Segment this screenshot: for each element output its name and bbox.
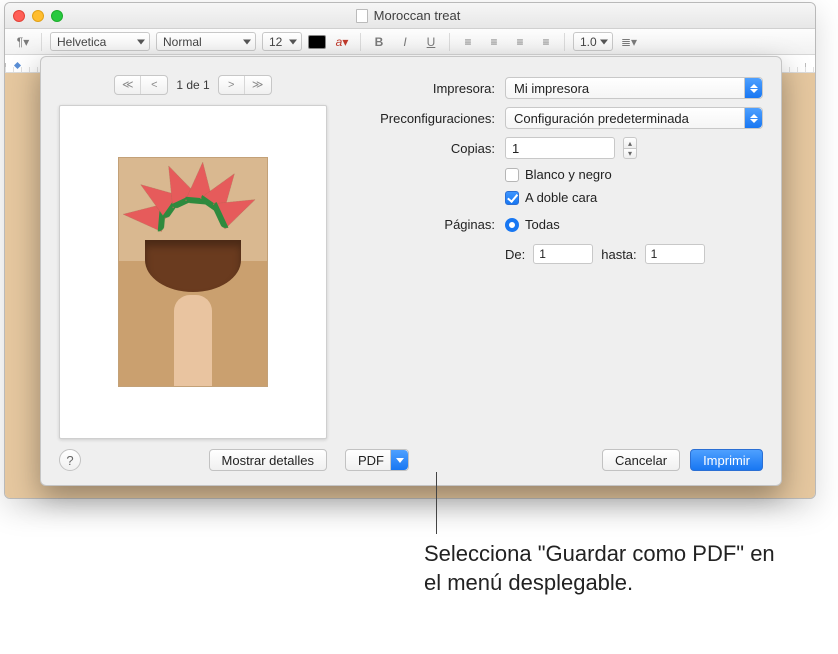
font-family-select[interactable]: Helvetica: [50, 32, 150, 51]
window-controls: [13, 10, 63, 22]
stepper-up-icon[interactable]: ▴: [623, 137, 637, 148]
pages-to-label: hasta:: [601, 247, 636, 262]
list-style-icon[interactable]: ≣▾: [619, 35, 639, 49]
print-dialog: ≪ < 1 de 1 > ≫: [40, 56, 782, 486]
font-size-value: 12: [269, 35, 282, 49]
document-icon: [356, 9, 368, 23]
pager-first-icon[interactable]: ≪: [115, 76, 141, 94]
duplex-checkbox[interactable]: [505, 191, 519, 205]
zoom-window-icon[interactable]: [51, 10, 63, 22]
pager-next-icon[interactable]: >: [219, 76, 245, 94]
paragraph-style-icon[interactable]: ¶▾: [13, 35, 33, 49]
copies-field[interactable]: 1: [505, 137, 615, 159]
titlebar: Moroccan treat: [5, 3, 815, 29]
duplex-label: A doble cara: [525, 190, 597, 205]
pdf-menu-button[interactable]: PDF: [345, 449, 409, 471]
pages-label: Páginas:: [345, 217, 495, 232]
cancel-button[interactable]: Cancelar: [602, 449, 680, 471]
chevron-down-icon: [390, 450, 408, 470]
pager-prev-icon[interactable]: <: [141, 76, 167, 94]
printer-value: Mi impresora: [514, 81, 589, 96]
pages-from-field[interactable]: 1: [533, 244, 593, 264]
pages-to-value: 1: [651, 247, 658, 261]
preview-pager: ≪ < 1 de 1 > ≫: [59, 75, 327, 95]
callout-line: [436, 472, 437, 534]
bw-label: Blanco y negro: [525, 167, 612, 182]
presets-select[interactable]: Configuración predeterminada: [505, 107, 763, 129]
underline-icon[interactable]: U: [421, 35, 441, 49]
format-toolbar: ¶▾ Helvetica Normal 12 a▾ B I U ≡ ≡ ≡ ≡ …: [5, 29, 815, 55]
align-center-icon[interactable]: ≡: [484, 35, 504, 49]
bw-checkbox-row[interactable]: Blanco y negro: [505, 167, 612, 182]
minimize-window-icon[interactable]: [32, 10, 44, 22]
italic-icon[interactable]: I: [395, 35, 415, 49]
help-button[interactable]: ?: [59, 449, 81, 471]
line-spacing-value: 1.0: [580, 35, 597, 49]
page-count: 1 de 1: [176, 78, 209, 92]
callout-text: Selecciona "Guardar como PDF" en el menú…: [424, 540, 784, 597]
pages-range-row: De: 1 hasta: 1: [505, 244, 763, 264]
pager-forward-group[interactable]: > ≫: [218, 75, 272, 95]
text-color-icon[interactable]: a▾: [332, 35, 352, 49]
show-details-button[interactable]: Mostrar detalles: [209, 449, 327, 471]
duplex-checkbox-row[interactable]: A doble cara: [505, 190, 597, 205]
presets-value: Configuración predeterminada: [514, 111, 689, 126]
bold-icon[interactable]: B: [369, 35, 389, 49]
pages-all-row[interactable]: Todas: [505, 217, 560, 232]
text-color-swatch[interactable]: [308, 35, 326, 49]
printer-label: Impresora:: [345, 81, 495, 96]
preview-page: [59, 105, 327, 439]
print-button[interactable]: Imprimir: [690, 449, 763, 471]
font-family-value: Helvetica: [57, 35, 106, 49]
copies-value: 1: [512, 141, 519, 156]
pager-last-icon[interactable]: ≫: [245, 76, 271, 94]
preview-column: ≪ < 1 de 1 > ≫: [41, 57, 341, 485]
pages-all-label: Todas: [525, 217, 560, 232]
pages-to-field[interactable]: 1: [645, 244, 705, 264]
window-title: Moroccan treat: [374, 8, 461, 23]
font-style-select[interactable]: Normal: [156, 32, 256, 51]
align-right-icon[interactable]: ≡: [510, 35, 530, 49]
align-justify-icon[interactable]: ≡: [536, 35, 556, 49]
pages-from-value: 1: [539, 247, 546, 261]
close-window-icon[interactable]: [13, 10, 25, 22]
font-style-value: Normal: [163, 35, 202, 49]
pages-from-label: De:: [505, 247, 525, 262]
pages-all-radio[interactable]: [505, 218, 519, 232]
printer-select[interactable]: Mi impresora: [505, 77, 763, 99]
align-left-icon[interactable]: ≡: [458, 35, 478, 49]
presets-label: Preconfiguraciones:: [345, 111, 495, 126]
pdf-button-label: PDF: [358, 453, 384, 468]
font-size-select[interactable]: 12: [262, 32, 302, 51]
bw-checkbox[interactable]: [505, 168, 519, 182]
copies-label: Copias:: [345, 141, 495, 156]
preview-photo: [118, 157, 268, 387]
pager-back-group[interactable]: ≪ <: [114, 75, 168, 95]
stepper-down-icon[interactable]: ▾: [623, 148, 637, 159]
copies-stepper[interactable]: ▴ ▾: [623, 137, 637, 159]
print-options: Impresora: Mi impresora Preconfiguracion…: [341, 57, 781, 485]
line-spacing-select[interactable]: 1.0: [573, 32, 613, 51]
